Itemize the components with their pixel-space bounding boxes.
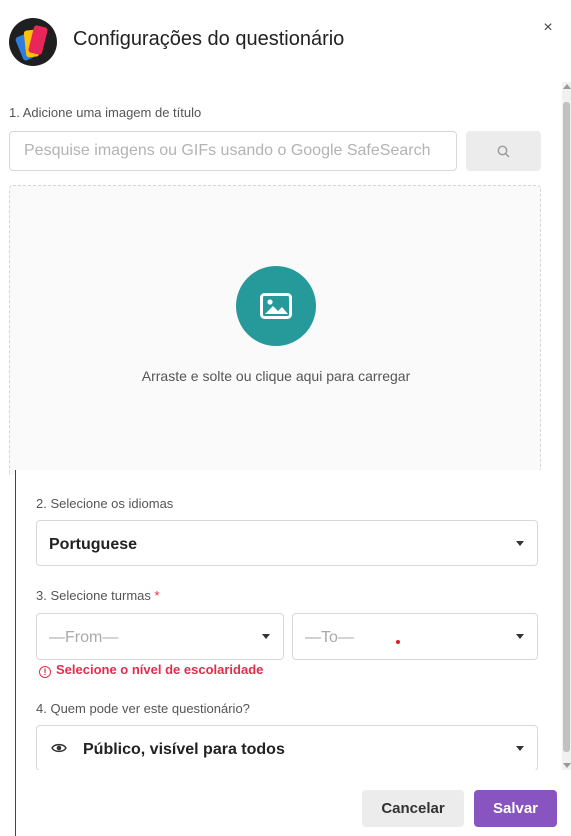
image-icon: [260, 293, 292, 319]
visibility-value: Público, visível para todos: [83, 741, 285, 758]
cursor-dot: [396, 640, 400, 644]
save-button[interactable]: Salvar: [474, 790, 557, 827]
chevron-down-icon: [516, 541, 524, 546]
alert-icon: !: [39, 666, 51, 678]
scrollbar[interactable]: [562, 82, 571, 770]
search-icon: [497, 145, 510, 158]
scrollbar-thumb[interactable]: [563, 102, 570, 752]
language-value: Portuguese: [49, 536, 138, 553]
scroll-down-icon[interactable]: [563, 763, 571, 768]
chevron-down-icon: [516, 746, 524, 751]
language-label: 2. Selecione os idiomas: [36, 496, 174, 511]
dropzone-text: Arraste e solte ou clique aqui para carr…: [141, 368, 411, 384]
required-mark: *: [154, 588, 160, 603]
divider: [15, 770, 16, 836]
visibility-label: 4. Quem pode ver este questionário?: [36, 701, 250, 716]
language-select[interactable]: Portuguese: [36, 520, 538, 566]
grade-error-text: Selecione o nível de escolaridade: [56, 662, 264, 677]
grade-from-select[interactable]: —From—: [36, 613, 284, 660]
dialog-header: Configurações do questionário ×: [0, 0, 571, 80]
visibility-select[interactable]: Público, visível para todos: [36, 725, 538, 771]
dialog-title: Configurações do questionário: [73, 28, 345, 50]
grade-from-placeholder: —From—: [49, 629, 119, 646]
quizizz-logo-icon: [9, 18, 57, 66]
title-image-label: 1. Adicione uma imagem de título: [9, 105, 202, 120]
chevron-down-icon: [262, 634, 270, 639]
grades-label-text: 3. Selecione turmas: [36, 588, 151, 603]
grades-label: 3. Selecione turmas *: [36, 588, 160, 603]
image-search-input[interactable]: [9, 131, 457, 171]
image-dropzone[interactable]: Arraste e solte ou clique aqui para carr…: [9, 185, 541, 475]
upload-image-button[interactable]: [236, 266, 316, 346]
chevron-down-icon: [516, 634, 524, 639]
scroll-up-icon[interactable]: [563, 84, 571, 89]
image-search-button[interactable]: [466, 131, 541, 171]
eye-icon: [51, 743, 67, 753]
grade-to-placeholder: —To—: [305, 629, 354, 646]
close-icon[interactable]: ×: [538, 18, 558, 38]
grade-error-message: ! Selecione o nível de escolaridade: [39, 662, 263, 678]
grade-to-select[interactable]: —To—: [292, 613, 538, 660]
cancel-button[interactable]: Cancelar: [362, 790, 464, 827]
